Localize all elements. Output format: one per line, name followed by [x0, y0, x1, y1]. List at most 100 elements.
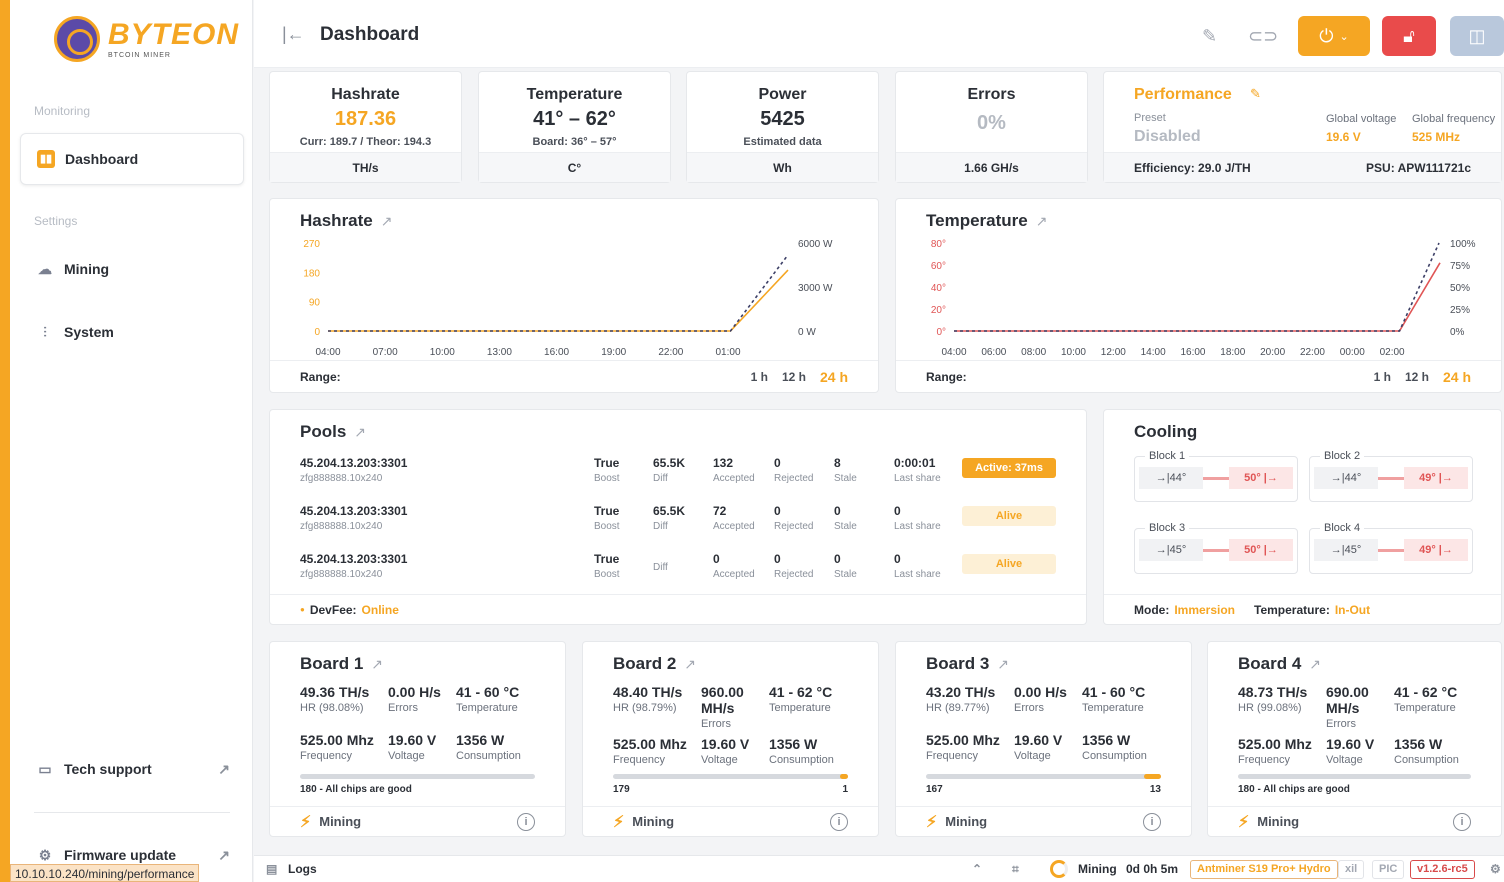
card-title[interactable]: Board 1 ↗ [300, 654, 383, 674]
temperature-chart-card: Temperature ↗ 80° 60° 40° 20° 0° 100% 75% 50% 25%… [895, 198, 1502, 393]
power-icon: ⏻ [1319, 25, 1334, 46]
unlock-button[interactable]: 🔓︎ [1382, 16, 1436, 56]
lightning-icon: ⚡︎ [613, 813, 625, 831]
power-menu-button[interactable]: ⏻ ⌄ [1298, 16, 1370, 56]
board-errors: 960.00 MH/s Errors [701, 684, 744, 730]
global-voltage-label: Global voltage [1326, 113, 1397, 125]
sidebar-item-dashboard[interactable]: ▮▮ Dashboard [20, 133, 244, 185]
pool-boost: True Boost [594, 552, 620, 580]
board-errors: 690.00 MH/s Errors [1326, 684, 1369, 730]
range-label: Range: [926, 369, 967, 384]
global-frequency-value: 525 MHz [1412, 130, 1461, 144]
screenshot-icon[interactable]: ⌗ [1012, 862, 1019, 877]
stat-value: 0% [977, 112, 1006, 134]
range-selector: Range: 1 h 12 h 24 h [896, 360, 1501, 392]
collapse-sidebar-icon[interactable]: |← [282, 24, 305, 45]
sliders-icon: ⫶ [43, 324, 47, 340]
stat-value: 5425 [760, 108, 805, 130]
series-line [954, 242, 1440, 332]
block-connector [1203, 477, 1229, 480]
pool-boost: True Boost [594, 504, 620, 532]
panel-toggle-button[interactable]: ◫ [1450, 16, 1504, 56]
card-title[interactable]: Pools ↗ [300, 422, 366, 442]
x-tick-label: 19:00 [601, 347, 626, 358]
range-24h[interactable]: 24 h [1443, 369, 1471, 385]
y2-tick-label: 25% [1450, 305, 1470, 316]
edit-icon[interactable]: ✎ [1250, 86, 1261, 102]
sidebar-item-label: System [64, 324, 114, 340]
x-tick-label: 10:00 [430, 347, 455, 358]
stat-errors: Errors 0% 1.66 GH/s [895, 71, 1088, 183]
y2-tick-label: 50% [1450, 283, 1470, 294]
stat-temperature: Temperature 41° – 62° Board: 36° – 57° C… [478, 71, 671, 183]
board-hashrate: 48.40 TH/s HR (98.79%) [613, 684, 683, 714]
bad-chips-fill [840, 774, 848, 779]
info-icon[interactable]: i [1143, 812, 1161, 831]
card-title[interactable]: Hashrate ↗ [300, 211, 393, 231]
block-connector [1203, 549, 1229, 552]
pool-last-share: 0 Last share [894, 552, 941, 580]
pool-accepted: 0 Accepted [713, 552, 755, 580]
x-tick-label: 06:00 [981, 347, 1006, 358]
card-title[interactable]: Board 2 ↗ [613, 654, 696, 674]
logo[interactable]: BYTEON BTCOIN MINER [48, 14, 238, 64]
range-1h[interactable]: 1 h [751, 370, 768, 384]
xil-badge: xil [1338, 860, 1365, 879]
status-url-tooltip: 10.10.10.240/mining/performance [10, 864, 200, 882]
external-link-icon: ↗ [218, 846, 230, 863]
x-tick-label: 01:00 [715, 347, 740, 358]
stat-performance[interactable]: Performance ✎ Preset Disabled Global vol… [1103, 71, 1502, 183]
card-title[interactable]: Board 4 ↗ [1238, 654, 1321, 674]
x-tick-label: 04:00 [315, 347, 340, 358]
efficiency-value: Efficiency: 29.0 J/TH [1134, 160, 1251, 175]
y-tick-label: 270 [303, 239, 320, 250]
range-12h[interactable]: 12 h [782, 370, 806, 384]
board-hashrate: 48.73 TH/s HR (99.08%) [1238, 684, 1308, 714]
chat-icon: ▭ [38, 761, 52, 777]
stat-hashrate: Hashrate 187.36 Curr: 189.7 / Theor: 194… [269, 71, 462, 183]
toggle-icon[interactable]: ⊂⊃ [1248, 26, 1278, 47]
chevron-up-icon[interactable]: ⌃ [972, 862, 982, 876]
logs-icon: ▤ [266, 862, 278, 876]
range-24h[interactable]: 24 h [820, 369, 848, 385]
cooling-block: Block 2 →|44° 49° |→ [1309, 450, 1473, 502]
sidebar-item-system[interactable]: ⫶ System [20, 306, 244, 358]
expand-arrow-icon: ↗ [354, 424, 367, 440]
edit-icon[interactable]: ✎ [1202, 26, 1217, 47]
pool-status-badge: Alive [962, 506, 1056, 526]
x-tick-label: 16:00 [1180, 347, 1205, 358]
board-frequency: 525.00 Mhz Frequency [926, 732, 1000, 762]
devfee-label: DevFee: [309, 602, 357, 617]
logs-toggle[interactable]: Logs [288, 862, 317, 876]
pool-url: 45.204.13.203:3301 zfg888888.10x240 [300, 504, 408, 532]
card-title: Cooling [1134, 422, 1198, 441]
board-frequency: 525.00 Mhz Frequency [613, 736, 687, 766]
info-icon[interactable]: i [517, 812, 535, 831]
sidebar-item-mining[interactable]: ☁ Mining [20, 243, 244, 295]
info-icon[interactable]: i [1453, 812, 1471, 831]
info-icon[interactable]: i [830, 812, 848, 831]
cooling-footer: Mode: Immersion Temperature: In-Out [1104, 594, 1501, 624]
card-title[interactable]: Temperature ↗ [926, 211, 1047, 231]
range-12h[interactable]: 12 h [1405, 370, 1429, 384]
chip-icon: ⚙ [38, 847, 52, 863]
block-inlet-temp: →|44° [1314, 467, 1378, 489]
y-tick-label: 40° [931, 283, 946, 294]
range-1h[interactable]: 1 h [1374, 370, 1391, 384]
expand-arrow-icon: ↗ [1309, 656, 1322, 672]
pool-stale: 8 Stale [834, 456, 857, 484]
card-title[interactable]: Board 3 ↗ [926, 654, 1009, 674]
sidebar-divider [34, 812, 230, 813]
board-errors: 0.00 H/s Errors [388, 684, 441, 714]
settings-icon[interactable]: ⚙ [1490, 862, 1501, 876]
pool-row: 45.204.13.203:3301 zfg888888.10x240 True Bo… [300, 552, 1056, 592]
page-title: Dashboard [320, 24, 420, 45]
x-tick-label: 13:00 [487, 347, 512, 358]
pool-diff: Diff [653, 562, 668, 573]
sidebar-item-tech-support[interactable]: ▭ Tech support ↗ [20, 743, 244, 795]
pool-accepted: 132 Accepted [713, 456, 755, 484]
pool-stale: 0 Stale [834, 552, 857, 580]
board-temperature: 41 - 62 °C Temperature [1394, 684, 1458, 714]
board-footer: ⚡︎ Mining i [270, 806, 565, 836]
version-badge: v1.2.6-rc5 [1410, 860, 1475, 879]
